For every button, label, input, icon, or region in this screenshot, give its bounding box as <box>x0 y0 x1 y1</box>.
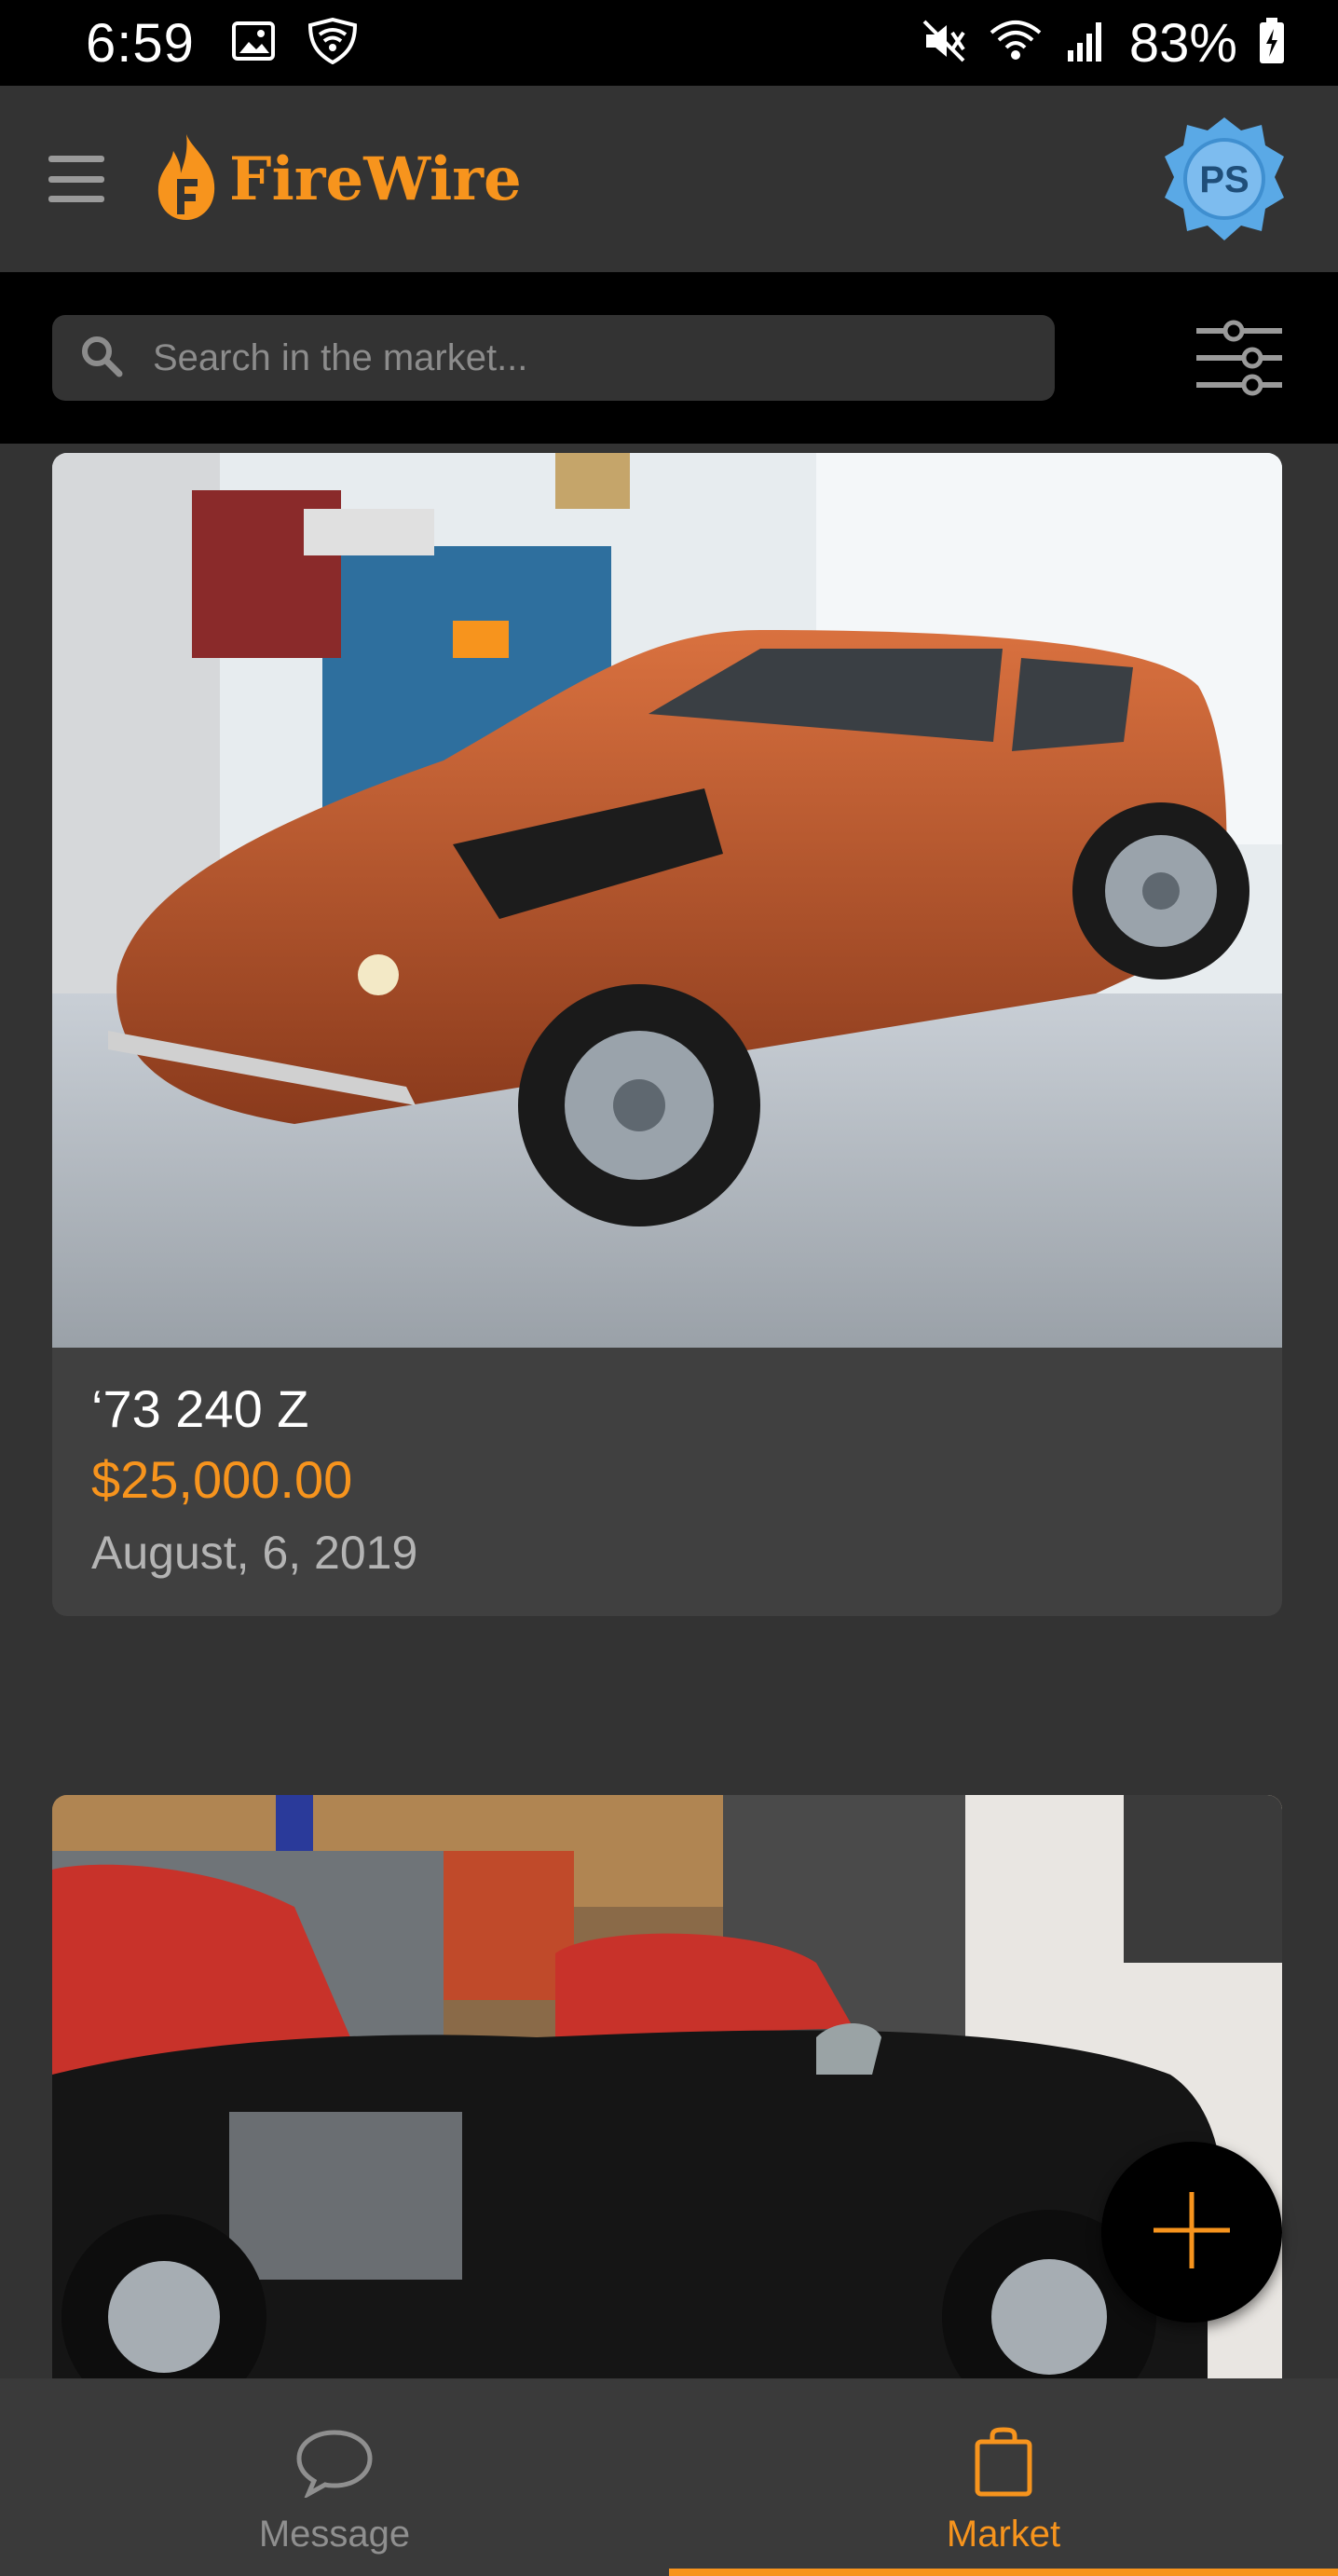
gallery-icon <box>231 21 275 65</box>
brand-logo: FireWire <box>153 132 522 226</box>
search-box[interactable] <box>52 315 1055 401</box>
wifi-icon <box>988 18 1044 69</box>
status-bar: 6:59 83% <box>0 0 1338 86</box>
status-time: 6:59 <box>86 12 195 74</box>
active-tab-indicator <box>669 2569 1338 2576</box>
search-row <box>0 272 1338 444</box>
nav-label-market: Market <box>946 2514 1061 2555</box>
mute-icon <box>921 18 967 69</box>
nav-item-message[interactable]: Message <box>0 2378 669 2576</box>
avatar[interactable]: PS <box>1159 114 1290 244</box>
brand-name: FireWire <box>229 144 522 214</box>
listing-title: ‘73 240 Z <box>91 1379 309 1438</box>
screen: 6:59 83% FireWire PS Search in the marke… <box>0 0 1338 2576</box>
listing-info: ‘73 240 Z $25,000.00 August, 6, 2019 <box>52 1348 1282 1616</box>
listing-photo <box>52 1795 1282 2378</box>
listing-price: $25,000.00 <box>91 1450 353 1509</box>
search-input[interactable] <box>153 336 991 379</box>
plus-icon <box>1150 2188 1234 2277</box>
bottom-nav: Message Market <box>0 2378 1338 2576</box>
chat-bubble-icon <box>295 2429 374 2502</box>
hamburger-menu-icon[interactable] <box>48 156 104 202</box>
listing-photo <box>52 453 1282 1348</box>
nav-label-message: Message <box>258 2514 411 2555</box>
search-icon <box>78 333 125 384</box>
battery-charging-icon <box>1258 17 1286 69</box>
avatar-initials: PS <box>1199 159 1249 200</box>
battery-percent: 83% <box>1128 12 1237 74</box>
flame-logo-icon <box>153 132 220 226</box>
filter-sliders-icon[interactable] <box>1193 318 1286 398</box>
shopping-bag-icon <box>974 2427 1033 2502</box>
listing-card[interactable]: ‘73 240 Z $25,000.00 August, 6, 2019 <box>52 453 1282 1616</box>
nav-item-market[interactable]: Market <box>669 2378 1338 2576</box>
app-bar: FireWire PS <box>0 86 1338 272</box>
shield-wifi-icon <box>307 17 359 69</box>
add-listing-button[interactable] <box>1101 2142 1282 2323</box>
listing-date: August, 6, 2019 <box>91 1527 418 1579</box>
signal-icon <box>1064 19 1109 68</box>
